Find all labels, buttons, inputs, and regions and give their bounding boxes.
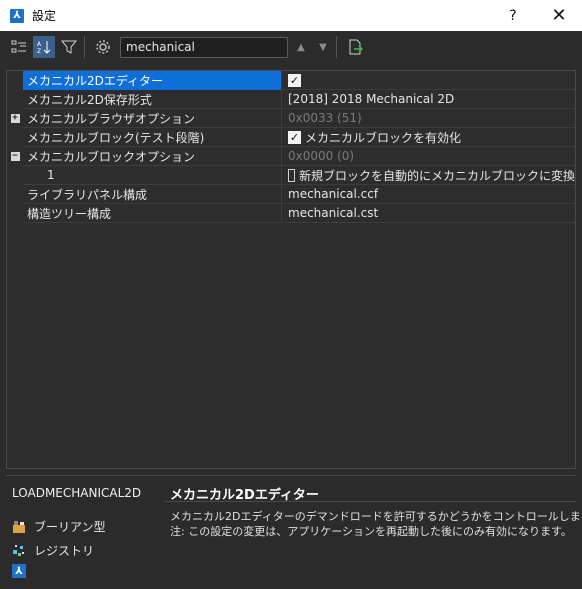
property-name[interactable]: メカニカルブラウザオプション — [23, 108, 282, 128]
settings-gear-icon[interactable] — [92, 36, 114, 58]
property-value[interactable]: ✓ — [282, 71, 575, 90]
toolbar-divider — [336, 36, 337, 58]
property-value[interactable]: 新規ブロックを自動的にメカニカルブロックに変換 — [282, 166, 575, 185]
svg-text:Z: Z — [37, 48, 41, 55]
property-name[interactable]: メカニカル2D保存形式 — [23, 89, 282, 109]
application-logo-icon: ⅄ — [12, 564, 26, 578]
window-title: 設定 — [32, 9, 57, 23]
checkbox[interactable]: ✓ — [288, 130, 301, 144]
property-name[interactable]: 1 — [23, 165, 282, 185]
property-row[interactable]: メカニカル2Dエディター ✓ — [7, 70, 575, 90]
registry-info: レジストリ — [12, 542, 94, 559]
checkbox-label: メカニカルブロックを有効化 — [305, 130, 462, 145]
help-button[interactable]: ? — [490, 0, 536, 31]
checkbox[interactable]: ✓ — [288, 73, 301, 87]
property-row[interactable]: − メカニカルブロックオプション 0x0000 (0) — [7, 146, 575, 166]
categorized-icon[interactable] — [8, 36, 30, 58]
property-value[interactable]: 0x0033 (51) — [282, 109, 575, 128]
toolbar-divider — [84, 36, 85, 58]
row-gutter: + — [7, 108, 23, 128]
app-logo-icon: ⅄ — [10, 8, 24, 23]
registry-icon — [12, 544, 26, 558]
export-icon[interactable] — [344, 36, 366, 58]
svg-text:A: A — [37, 41, 42, 48]
variable-name: LOADMECHANICAL2D — [12, 486, 142, 500]
registry-label: レジストリ — [34, 544, 95, 558]
checkbox[interactable] — [288, 168, 295, 182]
description-note: 注: この設定の変更は、アプリケーションを再起動した後にのみ有効になります。 — [170, 525, 572, 538]
description-divider — [164, 501, 576, 502]
boolean-type-icon — [12, 520, 26, 534]
collapse-icon[interactable]: − — [10, 151, 20, 161]
filter-icon[interactable] — [58, 36, 80, 58]
property-name[interactable]: ライブラリパネル構成 — [23, 184, 282, 204]
property-value[interactable]: mechanical.ccf — [282, 185, 575, 204]
description-panel: LOADMECHANICAL2D メカニカル2Dエディター メカニカル2Dエディ… — [6, 475, 582, 583]
row-gutter — [7, 165, 23, 185]
checkbox-label: 新規ブロックを自動的にメカニカルブロックに変換 — [298, 168, 575, 183]
property-row[interactable]: メカニカルブロック(テスト段階) ✓ メカニカルブロックを有効化 — [7, 127, 575, 147]
search-input[interactable] — [120, 36, 288, 58]
property-name[interactable]: 構造ツリー構成 — [23, 203, 282, 223]
property-row[interactable]: 構造ツリー構成 mechanical.cst — [7, 203, 575, 223]
alphabetical-icon[interactable]: A Z — [33, 36, 55, 58]
type-info: ブーリアン型 — [12, 518, 106, 535]
title-bar: ⅄ 設定 ? ✕ — [0, 0, 582, 31]
property-value[interactable]: 0x0000 (0) — [282, 147, 575, 166]
property-grid: メカニカル2Dエディター ✓ メカニカル2D保存形式 [2018] 2018 M… — [6, 70, 576, 469]
property-row[interactable]: ライブラリパネル構成 mechanical.ccf — [7, 184, 575, 204]
row-gutter — [7, 89, 23, 109]
row-gutter — [7, 203, 23, 223]
property-name[interactable]: メカニカル2Dエディター — [23, 70, 282, 90]
type-label: ブーリアン型 — [34, 520, 106, 534]
property-row[interactable]: + メカニカルブラウザオプション 0x0033 (51) — [7, 108, 575, 128]
row-gutter: − — [7, 146, 23, 166]
close-button[interactable]: ✕ — [536, 0, 582, 31]
row-gutter — [7, 184, 23, 204]
property-value[interactable]: [2018] 2018 Mechanical 2D — [282, 90, 575, 109]
property-row[interactable]: 1 新規ブロックを自動的にメカニカルブロックに変換 — [7, 165, 575, 185]
app-source-info: ⅄ — [12, 564, 26, 578]
up-arrow-icon[interactable]: ▲ — [292, 38, 310, 56]
property-name[interactable]: メカニカルブロック(テスト段階) — [23, 127, 282, 147]
row-gutter — [7, 70, 23, 90]
property-name[interactable]: メカニカルブロックオプション — [23, 146, 282, 166]
toolbar: A Z ▲ ▼ — [0, 31, 582, 63]
row-gutter — [7, 127, 23, 147]
expand-icon[interactable]: + — [10, 113, 20, 123]
property-row[interactable]: メカニカル2D保存形式 [2018] 2018 Mechanical 2D — [7, 89, 575, 109]
property-value[interactable]: ✓ メカニカルブロックを有効化 — [282, 128, 575, 147]
description-text: メカニカル2Dエディターのデマンドロードを許可するかどうかをコントロールします。 — [170, 510, 582, 523]
down-arrow-icon[interactable]: ▼ — [314, 38, 332, 56]
property-value[interactable]: mechanical.cst — [282, 204, 575, 223]
